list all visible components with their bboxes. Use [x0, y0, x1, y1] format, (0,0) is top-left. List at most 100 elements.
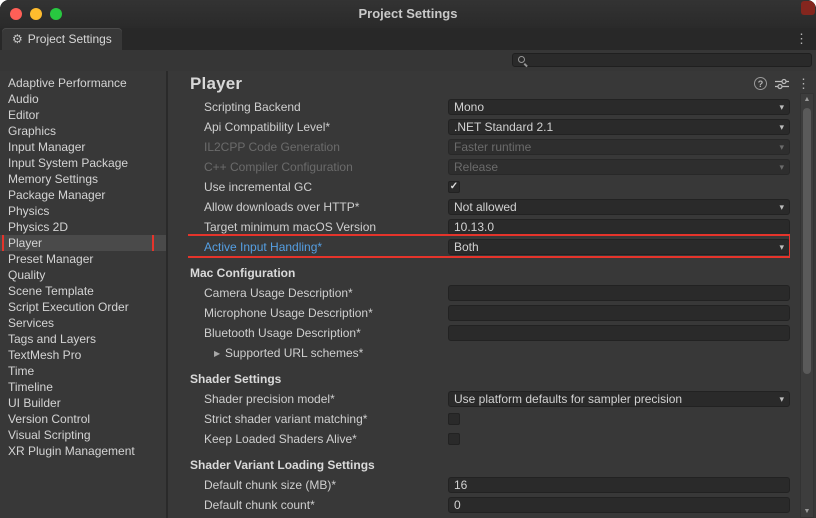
search-field[interactable] [512, 53, 812, 67]
sidebar-item[interactable]: Quality [0, 267, 166, 283]
sidebar: Adaptive Performance Audio Editor Graphi… [0, 71, 166, 518]
window-minimize-button[interactable] [30, 8, 42, 20]
sidebar-item-label: Time [8, 364, 34, 378]
sidebar-item[interactable]: Scene Template [0, 283, 166, 299]
sidebar-item-label: Package Manager [8, 188, 105, 202]
sidebar-item-label: Version Control [8, 412, 90, 426]
dropdown-value: Use platform defaults for sampler precis… [454, 392, 682, 406]
setting-label: Camera Usage Description* [188, 286, 448, 300]
setting-dropdown[interactable]: Both ▾ [448, 239, 790, 255]
tabstrip-menu-icon[interactable]: ⋮ [795, 32, 808, 45]
setting-text-field[interactable] [448, 325, 790, 341]
setting-label: Default chunk count* [188, 498, 448, 512]
sidebar-item[interactable]: Player [0, 235, 166, 251]
setting-dropdown[interactable]: Not allowed ▾ [448, 199, 790, 215]
sidebar-item-label: Editor [8, 108, 39, 122]
sidebar-item[interactable]: Graphics [0, 123, 166, 139]
sidebar-item[interactable]: TextMesh Pro [0, 347, 166, 363]
tab-project-settings[interactable]: ⚙ Project Settings [2, 28, 122, 50]
sidebar-item[interactable]: Physics 2D [0, 219, 166, 235]
settings-row: ▶ C++ Compiler Configuration Release ▾ R… [188, 157, 790, 177]
tab-label: Project Settings [28, 32, 112, 46]
text-field-value: 10.13.0 [454, 220, 494, 234]
setting-label: Mac Configuration [188, 266, 448, 280]
setting-dropdown[interactable]: .NET Standard 2.1 ▾ [448, 119, 790, 135]
setting-label: Default chunk size (MB)* [188, 478, 448, 492]
help-icon[interactable]: ? [754, 77, 767, 90]
sidebar-item-label: Tags and Layers [8, 332, 96, 346]
dropdown-value: Not allowed [454, 200, 517, 214]
settings-row: ▶ Scripting Backend Mono ▾ Mono ✓ [188, 97, 790, 117]
dropdown-value: Mono [454, 100, 484, 114]
setting-label: IL2CPP Code Generation [188, 140, 448, 154]
setting-dropdown[interactable]: Mono ▾ [448, 99, 790, 115]
panel-header-icons: ? ⋮ [754, 77, 810, 90]
sidebar-item[interactable]: Visual Scripting [0, 427, 166, 443]
setting-text-field[interactable] [448, 305, 790, 321]
search-input[interactable] [528, 54, 807, 66]
setting-label: Supported URL schemes* [225, 346, 448, 360]
scroll-up-icon[interactable]: ▲ [801, 96, 813, 103]
setting-checkbox[interactable]: ✓ [448, 433, 460, 445]
settings-row: ▶ IL2CPP Code Generation Faster runtime … [188, 137, 790, 157]
titlebar: Project Settings [0, 0, 816, 29]
sidebar-item[interactable]: Input Manager [0, 139, 166, 155]
sidebar-item[interactable]: Preset Manager [0, 251, 166, 267]
scrollbar-thumb[interactable] [803, 108, 811, 374]
sidebar-item-label: Player [8, 236, 42, 250]
sidebar-item[interactable]: Input System Package [0, 155, 166, 171]
setting-text-field[interactable] [448, 285, 790, 301]
setting-dropdown[interactable]: Faster runtime ▾ [448, 139, 790, 155]
sidebar-item-label: Audio [8, 92, 39, 106]
settings-row: ▶ Active Input Handling* Both ▾ Both ✓ [188, 237, 790, 257]
chevron-down-icon: ▾ [779, 142, 784, 153]
page-title: Player [190, 74, 242, 94]
setting-dropdown[interactable]: Release ▾ [448, 159, 790, 175]
sidebar-item[interactable]: Tags and Layers [0, 331, 166, 347]
sidebar-item-label: Timeline [8, 380, 53, 394]
sidebar-item[interactable]: Script Execution Order [0, 299, 166, 315]
sidebar-item-label: UI Builder [8, 396, 61, 410]
sidebar-item[interactable]: UI Builder [0, 395, 166, 411]
settings-row: ▶ Target minimum macOS Version 10.13.0 ▾… [188, 217, 790, 237]
sidebar-item[interactable]: Editor [0, 107, 166, 123]
text-field-value: 0 [454, 498, 461, 512]
setting-label: Scripting Backend [188, 100, 448, 114]
setting-label: Keep Loaded Shaders Alive* [188, 432, 448, 446]
window-title: Project Settings [0, 0, 816, 28]
panel-menu-icon[interactable]: ⋮ [797, 77, 810, 90]
settings-row: ▶ Default chunk size (MB)* 16 ▾ 16 ✓ [188, 475, 790, 495]
setting-checkbox[interactable]: ✓ [448, 181, 460, 193]
setting-text-field[interactable]: 0 [448, 497, 790, 513]
sidebar-item[interactable]: Version Control [0, 411, 166, 427]
sidebar-item[interactable]: Time [0, 363, 166, 379]
setting-dropdown[interactable]: Use platform defaults for sampler precis… [448, 391, 790, 407]
setting-label: Microphone Usage Description* [188, 306, 448, 320]
sidebar-item[interactable]: Timeline [0, 379, 166, 395]
project-settings-window: Project Settings ⚙ Project Settings ⋮ Ad… [0, 0, 816, 518]
sidebar-item[interactable]: Physics [0, 203, 166, 219]
setting-checkbox[interactable]: ✓ [448, 413, 460, 425]
setting-label: Active Input Handling* [188, 240, 448, 254]
check-icon: ✓ [450, 182, 458, 192]
vertical-scrollbar[interactable]: ▲ ▼ [800, 93, 814, 518]
sidebar-item[interactable]: Services [0, 315, 166, 331]
settings-rows: ▶ Scripting Backend Mono ▾ Mono ✓ [188, 97, 790, 518]
sidebar-item[interactable]: Adaptive Performance [0, 75, 166, 91]
window-close-button[interactable] [10, 8, 22, 20]
sidebar-item[interactable]: Package Manager [0, 187, 166, 203]
window-zoom-button[interactable] [50, 8, 62, 20]
scroll-down-icon[interactable]: ▼ [801, 508, 813, 515]
preset-icon[interactable] [775, 78, 789, 90]
foldout-icon[interactable]: ▶ [214, 349, 225, 358]
traffic-lights [10, 8, 62, 20]
red-corner-badge [801, 1, 815, 15]
sidebar-item[interactable]: Audio [0, 91, 166, 107]
sidebar-item[interactable]: XR Plugin Management [0, 443, 166, 459]
sidebar-item[interactable]: Memory Settings [0, 171, 166, 187]
setting-text-field[interactable]: 10.13.0 [448, 219, 790, 235]
sidebar-item-label: Physics [8, 204, 49, 218]
setting-text-field[interactable]: 16 [448, 477, 790, 493]
settings-row: ▶ Allow downloads over HTTP* Not allowed… [188, 197, 790, 217]
chevron-down-icon: ▾ [779, 162, 784, 173]
